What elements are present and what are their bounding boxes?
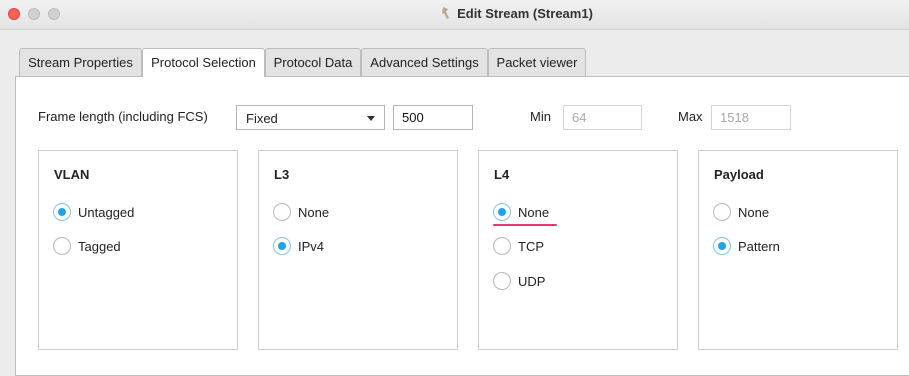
- l3-ipv4-option[interactable]: IPv4: [273, 236, 324, 256]
- radio-checked-icon[interactable]: [273, 237, 291, 255]
- l3-none-option[interactable]: None: [273, 202, 329, 222]
- vlan-tagged-label: Tagged: [78, 238, 121, 254]
- l4-none-option[interactable]: None: [493, 202, 549, 222]
- radio-checked-icon[interactable]: [493, 203, 511, 221]
- window-title: Edit Stream (Stream1): [457, 6, 593, 21]
- l4-tcp-option[interactable]: TCP: [493, 236, 544, 256]
- payload-none-option[interactable]: None: [713, 202, 769, 222]
- l3-none-label: None: [298, 204, 330, 220]
- l4-udp-option[interactable]: UDP: [493, 271, 545, 291]
- l4-none-label: None: [518, 204, 550, 220]
- highlight-underline: [493, 224, 557, 226]
- vlan-untagged-label: Untagged: [78, 204, 135, 220]
- min-length-input: 64: [563, 105, 642, 130]
- vlan-untagged-option[interactable]: Untagged: [53, 202, 134, 222]
- radio-checked-icon[interactable]: [713, 237, 731, 255]
- radio-unchecked-icon[interactable]: [713, 203, 731, 221]
- title-bar: Edit Stream (Stream1): [0, 0, 909, 30]
- payload-none-label: None: [738, 204, 770, 220]
- radio-unchecked-icon[interactable]: [493, 237, 511, 255]
- l3-group-title: L3: [274, 167, 290, 182]
- max-label: Max: [678, 109, 703, 124]
- frame-length-mode-value: Fixed: [246, 111, 278, 126]
- payload-pattern-label: Pattern: [738, 238, 780, 254]
- frame-length-label: Frame length (including FCS): [38, 109, 208, 124]
- frame-length-input[interactable]: 500: [393, 105, 473, 130]
- tab-stream-properties[interactable]: Stream Properties: [19, 48, 142, 76]
- radio-unchecked-icon[interactable]: [273, 203, 291, 221]
- payload-pattern-option[interactable]: Pattern: [713, 236, 780, 256]
- l4-udp-label: UDP: [518, 273, 546, 289]
- vlan-group-title: VLAN: [54, 167, 90, 182]
- l3-group: L3 None IPv4: [258, 150, 458, 350]
- chevron-down-icon: [367, 116, 375, 121]
- l4-group: L4 None TCP UDP: [478, 150, 678, 350]
- tab-packet-viewer[interactable]: Packet viewer: [488, 48, 586, 76]
- window-title-container: Edit Stream (Stream1): [0, 6, 909, 21]
- tab-protocol-selection[interactable]: Protocol Selection: [142, 48, 265, 77]
- l3-ipv4-label: IPv4: [298, 238, 325, 254]
- radio-checked-icon[interactable]: [53, 203, 71, 221]
- radio-unchecked-icon[interactable]: [493, 272, 511, 290]
- max-length-input: 1518: [711, 105, 791, 130]
- payload-group: Payload None Pattern: [698, 150, 898, 350]
- min-label: Min: [530, 109, 551, 124]
- payload-group-title: Payload: [714, 167, 764, 182]
- app-icon: [442, 7, 450, 19]
- radio-unchecked-icon[interactable]: [53, 237, 71, 255]
- vlan-group: VLAN Untagged Tagged: [38, 150, 238, 350]
- tab-advanced-settings[interactable]: Advanced Settings: [361, 48, 488, 76]
- l4-tcp-label: TCP: [518, 238, 544, 254]
- vlan-tagged-option[interactable]: Tagged: [53, 236, 121, 256]
- tab-protocol-data[interactable]: Protocol Data: [265, 48, 361, 76]
- l4-group-title: L4: [494, 167, 510, 182]
- frame-length-mode-select[interactable]: Fixed: [236, 105, 385, 130]
